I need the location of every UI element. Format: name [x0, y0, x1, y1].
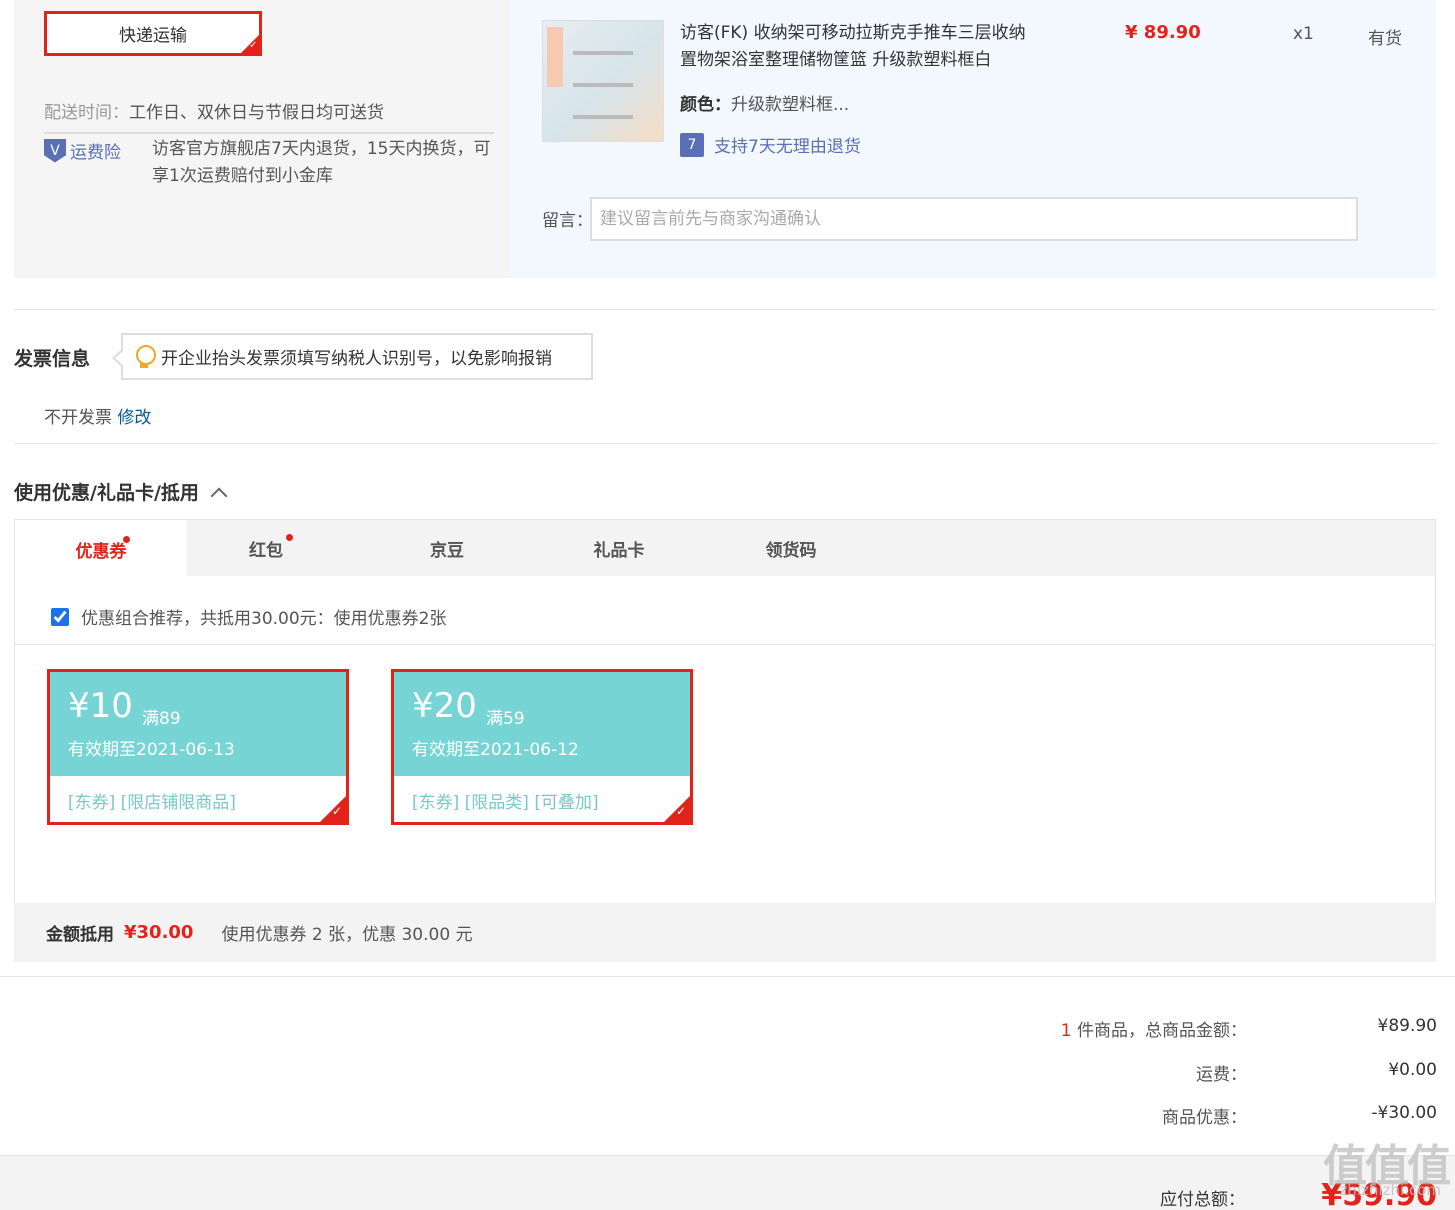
divider — [44, 132, 494, 134]
tab-label: 领货码 — [765, 540, 817, 561]
divider — [14, 443, 1436, 444]
divider — [0, 976, 1455, 977]
insurance-description: 访客官方旗舰店7天内退货，15天内换货，可享1次运费赔付到小金库 — [152, 139, 491, 186]
shipping-panel: 快递运输 配送时间：工作日、双休日与节假日均可送货 V 运费险 访客官方旗舰店7… — [14, 0, 510, 278]
divider — [15, 644, 1435, 645]
invoice-title: 发票信息 — [14, 348, 91, 370]
combo-recommendation[interactable]: 优惠组合推荐，共抵用30.00元：使用优惠券2张 — [51, 604, 446, 629]
invoice-tip: 开企业抬头发票须填写纳税人识别号，以免影响报销 — [112, 333, 593, 380]
stock-status: 有货 — [1368, 29, 1402, 49]
shield-v-icon: V — [44, 138, 66, 163]
coupon-amount: ¥10 — [68, 686, 133, 726]
return-policy[interactable]: 7 支持7天无理由退货 — [680, 132, 861, 157]
item-total-value: ¥89.90 — [1377, 1016, 1437, 1036]
coupon-expiry: 有效期至2021-06-13 — [68, 740, 235, 760]
coupon-panel: 优惠券 红包 京豆 礼品卡 领货码 优惠组合推荐，共抵用30.00元：使用优惠券… — [14, 519, 1436, 904]
seven-day-return-icon: 7 — [680, 132, 704, 157]
discount-summary: 金额抵用 ¥30.00 使用优惠券 2 张，优惠 30.00 元 — [14, 903, 1436, 962]
promo-label: 商品优惠： — [1162, 1108, 1247, 1128]
summary-label: 金额抵用 — [46, 925, 114, 945]
product-price: ¥ 89.90 — [1125, 22, 1201, 43]
coupon-header: ¥10 满89 有效期至2021-06-13 — [50, 672, 346, 776]
coupon-amount: ¥20 — [412, 686, 477, 726]
combo-text: 优惠组合推荐，共抵用30.00元：使用优惠券2张 — [81, 609, 447, 629]
item-count: 1 — [1060, 1021, 1072, 1041]
image-shelf — [573, 115, 633, 119]
invoice-value: 不开发票 — [44, 408, 112, 428]
tab-gift-cards[interactable]: 礼品卡 — [533, 520, 705, 576]
watermark-url: zhizhizhi.com — [1339, 1181, 1441, 1199]
color-label: 颜色： — [680, 95, 731, 115]
discount-title: 使用优惠/礼品卡/抵用 — [14, 482, 199, 504]
shipping-insurance-badge[interactable]: V 运费险 — [44, 138, 121, 163]
pay-total-label: 应付总额： — [1160, 1190, 1245, 1210]
product-panel: 访客(FK) 收纳架可移动拉斯克手推车三层收纳置物架浴室整理储物筐篮 升级款塑料… — [510, 0, 1436, 278]
notification-dot — [123, 536, 130, 543]
promo-value: -¥30.00 — [1371, 1103, 1437, 1123]
coupon-card[interactable]: ¥20 满59 有效期至2021-06-12 [东券] [限品类] [可叠加] — [391, 669, 693, 825]
product-image[interactable] — [542, 20, 664, 142]
item-total-label: 1 件商品，总商品金额： — [1061, 1016, 1247, 1041]
tab-coupons[interactable]: 优惠券 — [15, 520, 187, 576]
product-title[interactable]: 访客(FK) 收纳架可移动拉斯克手推车三层收纳置物架浴室整理储物筐篮 升级款塑料… — [680, 20, 1040, 74]
return-policy-label: 支持7天无理由退货 — [714, 137, 861, 157]
invoice-edit-link[interactable]: 修改 — [117, 408, 151, 428]
delivery-time: 配送时间：工作日、双休日与节假日均可送货 — [44, 98, 384, 123]
selected-check-icon — [319, 795, 347, 823]
tab-label: 优惠券 — [75, 541, 127, 562]
invoice-tip-text: 开企业抬头发票须填写纳税人识别号，以免影响报销 — [161, 349, 552, 369]
note-input[interactable] — [590, 197, 1358, 241]
coupon-condition: 满59 — [486, 709, 525, 729]
tab-pickup-code[interactable]: 领货码 — [705, 520, 877, 576]
color-value: 升级款塑料框... — [731, 95, 850, 115]
selected-check-icon — [240, 34, 260, 54]
shipping-fee-label: 运费： — [1196, 1065, 1247, 1085]
coupon-card[interactable]: ¥10 满89 有效期至2021-06-13 [东券] [限店铺限商品] — [47, 669, 349, 825]
insurance-badge-label: 运费险 — [70, 143, 121, 163]
tab-label: 京豆 — [430, 540, 464, 561]
coupon-condition: 满89 — [142, 709, 181, 729]
notification-dot — [286, 534, 293, 541]
delivery-time-label: 配送时间： — [44, 103, 129, 123]
summary-description: 使用优惠券 2 张，优惠 30.00 元 — [221, 925, 473, 945]
discount-section-toggle[interactable]: 使用优惠/礼品卡/抵用 — [14, 478, 228, 505]
summary-value: ¥30.00 — [124, 922, 194, 943]
lightbulb-icon — [135, 344, 156, 369]
discount-tabs: 优惠券 红包 京豆 礼品卡 领货码 — [15, 520, 1435, 576]
tab-red-packets[interactable]: 红包 — [180, 520, 352, 576]
divider — [14, 309, 1436, 310]
shipping-method-label: 快递运输 — [119, 26, 187, 46]
note-label: 留言： — [542, 211, 593, 231]
image-shelf — [573, 83, 633, 87]
tab-label: 红包 — [249, 540, 283, 561]
invoice-status: 不开发票 修改 — [44, 403, 151, 428]
delivery-time-value: 工作日、双休日与节假日均可送货 — [129, 103, 384, 123]
shipping-method-option[interactable]: 快递运输 — [44, 11, 262, 56]
chevron-up-icon — [210, 487, 228, 505]
tab-jd-beans[interactable]: 京豆 — [361, 520, 533, 576]
shipping-fee-value: ¥0.00 — [1388, 1060, 1437, 1080]
tab-label: 礼品卡 — [593, 540, 645, 561]
product-quantity: x1 — [1293, 24, 1314, 44]
product-color: 颜色：升级款塑料框... — [680, 90, 849, 115]
image-tag — [547, 27, 563, 87]
coupon-tags: [东券] [限品类] [可叠加] — [412, 793, 599, 813]
coupon-expiry: 有效期至2021-06-12 — [412, 740, 579, 760]
selected-check-icon — [663, 795, 691, 823]
coupon-header: ¥20 满59 有效期至2021-06-12 — [394, 672, 690, 776]
image-shelf — [573, 51, 633, 55]
coupon-tags: [东券] [限店铺限商品] — [68, 793, 236, 813]
combo-checkbox[interactable] — [51, 607, 69, 626]
item-total-text: 件商品，总商品金额： — [1071, 1021, 1247, 1041]
